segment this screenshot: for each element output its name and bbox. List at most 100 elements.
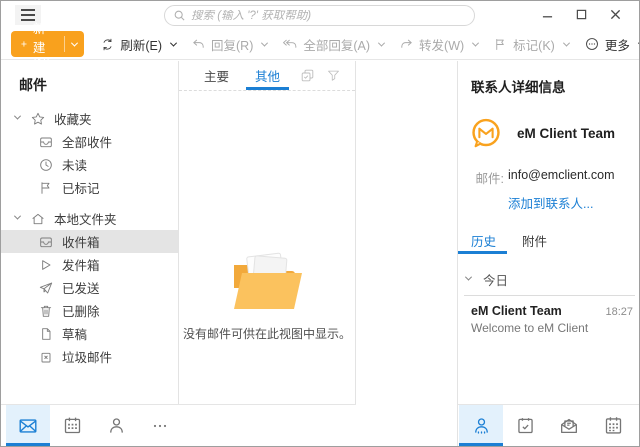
folder-drafts[interactable]: 草稿 [1, 322, 178, 345]
folder-junk[interactable]: 垃圾邮件 [1, 345, 178, 368]
history-group-today[interactable]: 今日 [466, 270, 633, 289]
maximize-button[interactable] [567, 3, 595, 25]
tab-primary[interactable]: 主要 [191, 61, 242, 90]
nav-more[interactable] [138, 405, 182, 446]
reply-label: 回复(R) [211, 35, 253, 54]
chevron-down-icon [472, 39, 479, 46]
envelope-letter-icon [558, 415, 580, 437]
contact-tabs: 历史 附件 [458, 226, 640, 254]
message-list-pane: 主要 其他 没有邮件可供在此视图中显示。 [179, 61, 356, 446]
refresh-icon [100, 37, 115, 52]
folder-all-inbox[interactable]: 全部收件 [1, 130, 178, 153]
tag-button[interactable]: 标记(K) [493, 35, 569, 54]
forward-icon [399, 37, 414, 52]
empty-text: 没有邮件可供在此视图中显示。 [183, 325, 351, 342]
history-sender: eM Client Team [471, 304, 605, 318]
pane-title: 邮件 [1, 61, 178, 107]
filter-icon[interactable] [326, 68, 341, 83]
search-icon [173, 9, 186, 22]
folder-outbox[interactable]: 发件箱 [1, 253, 178, 276]
calendar-grid-icon [603, 415, 624, 436]
trash-icon [38, 302, 55, 319]
search-box[interactable] [164, 5, 475, 26]
plus-icon [20, 37, 28, 51]
contact-details-pane: 联系人详细信息 eM Client Team 邮件: info@emclient… [458, 61, 640, 446]
search-input[interactable] [191, 10, 466, 22]
more-button[interactable]: 更多 [584, 35, 640, 54]
history-time: 18:27 [605, 306, 633, 318]
outbox-icon [38, 256, 55, 273]
select-messages-icon[interactable] [299, 67, 316, 84]
reply-all-button[interactable]: 全部回复(A) [282, 35, 384, 54]
more-label: 更多 [605, 35, 630, 54]
email-value: info@emclient.com [508, 168, 614, 187]
nav-contact-details[interactable] [459, 405, 503, 446]
folder-inbox[interactable]: 收件箱 [1, 230, 178, 253]
flag-icon [493, 37, 508, 52]
folder-sent[interactable]: 已发送 [1, 276, 178, 299]
collapse-icon[interactable] [15, 215, 23, 223]
new-button[interactable]: 新建(N) [11, 31, 84, 57]
email-label: 邮件: [462, 168, 504, 187]
tag-label: 标记(K) [513, 35, 555, 54]
person-icon [106, 415, 127, 436]
inbox-tray-icon [38, 233, 55, 250]
nav-mail[interactable] [6, 405, 50, 446]
reply-all-label: 全部回复(A) [303, 35, 370, 54]
forward-label: 转发(W) [419, 35, 464, 54]
chevron-down-icon [71, 39, 78, 46]
more-circle-icon [584, 36, 600, 52]
reply-button[interactable]: 回复(R) [191, 35, 267, 54]
message-list-tabs: 主要 其他 [179, 61, 355, 91]
title-bar [1, 1, 639, 29]
inbox-tray-icon [38, 133, 55, 150]
empty-state: 没有邮件可供在此视图中显示。 [179, 251, 355, 342]
folder-flagged[interactable]: 已标记 [1, 176, 178, 199]
window-controls [533, 3, 629, 25]
nav-contacts[interactable] [94, 405, 138, 446]
close-button[interactable] [601, 3, 629, 25]
mail-icon [17, 415, 39, 437]
paper-plane-icon [38, 279, 55, 296]
contact-card: eM Client Team [458, 96, 640, 150]
sidebar-nav-right [458, 404, 640, 446]
folder-deleted[interactable]: 已删除 [1, 299, 178, 322]
contact-pane-title: 联系人详细信息 [458, 61, 640, 96]
calendar-icon [62, 415, 83, 436]
tab-attachments[interactable]: 附件 [509, 226, 560, 254]
minimize-button[interactable] [533, 3, 561, 25]
nav-calendar[interactable] [50, 405, 94, 446]
nav-agenda[interactable] [503, 405, 547, 446]
clock-icon [38, 156, 55, 173]
calendar-check-icon [515, 415, 536, 436]
nav-invitations[interactable] [547, 405, 591, 446]
chevron-down-icon [465, 274, 472, 281]
history-item[interactable]: eM Client Team 18:27 Welcome to eM Clien… [458, 296, 640, 335]
history-preview: Welcome to eM Client [471, 321, 633, 335]
reply-icon [191, 37, 206, 52]
forward-button[interactable]: 转发(W) [399, 35, 478, 54]
folder-group-favorites[interactable]: 收藏夹 [1, 107, 178, 130]
junk-icon [38, 348, 55, 365]
document-icon [38, 325, 55, 342]
em-client-logo [469, 116, 503, 150]
main-toolbar: 新建(N) 刷新(E) 回复(R) 全部回复(A) 转发(W) 标记(K) [1, 29, 639, 60]
refresh-button[interactable]: 刷新(E) [100, 35, 176, 54]
contact-name: eM Client Team [517, 126, 615, 141]
collapse-icon[interactable] [15, 115, 23, 123]
new-dropdown[interactable] [64, 31, 84, 57]
app-nav-left [1, 404, 356, 446]
flag-icon [38, 179, 55, 196]
star-icon [30, 110, 47, 127]
folder-unread[interactable]: 未读 [1, 153, 178, 176]
person-icon [471, 415, 492, 436]
reading-pane [356, 61, 458, 446]
add-to-contacts-link[interactable]: 添加到联系人... [458, 187, 640, 212]
home-icon [30, 210, 47, 227]
chevron-down-icon [563, 39, 570, 46]
chevron-down-icon [378, 39, 385, 46]
tab-other[interactable]: 其他 [242, 61, 293, 90]
folder-group-local[interactable]: 本地文件夹 [1, 207, 178, 230]
nav-calendar-grid[interactable] [591, 405, 635, 446]
tab-history[interactable]: 历史 [458, 226, 509, 254]
